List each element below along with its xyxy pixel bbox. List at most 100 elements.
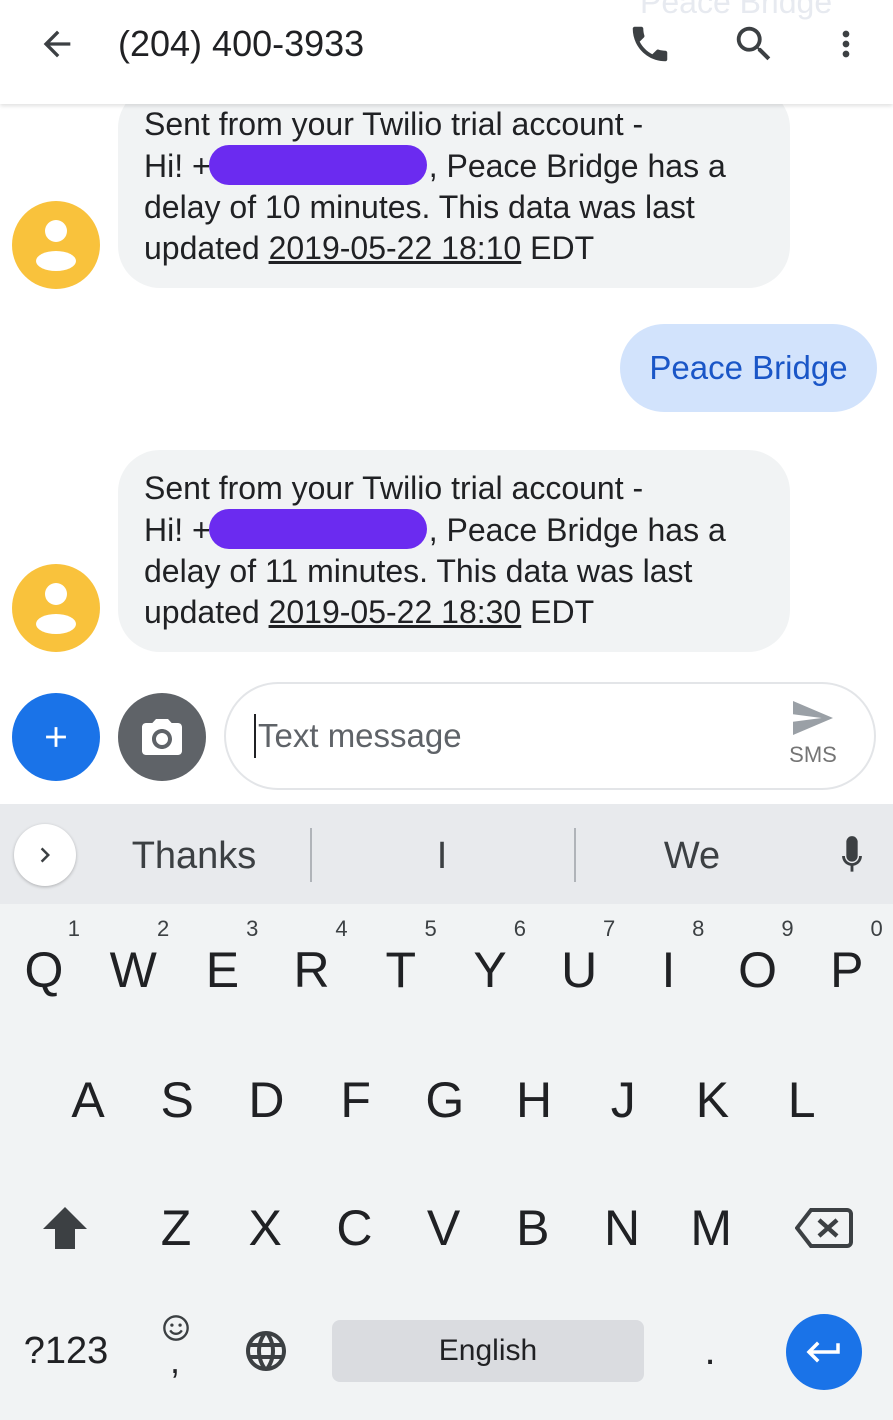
emoji-comma-key[interactable]: , [150,1310,202,1390]
voice-input-button[interactable] [828,828,876,884]
key-label: B [516,1200,550,1256]
key-u[interactable]: U7 [539,916,619,1010]
key-j[interactable]: J [583,1060,663,1140]
backspace-key[interactable] [784,1190,864,1266]
shift-key[interactable] [30,1190,100,1266]
more-vert-icon [842,30,850,58]
message-line: updated 2019-05-22 18:10 EDT [144,228,764,269]
key-v[interactable]: V [404,1188,484,1268]
key-r[interactable]: R4 [272,916,352,1010]
send-icon [793,701,833,735]
send-type-label: SMS [789,742,837,767]
key-h[interactable]: H [494,1060,574,1140]
contact-avatar[interactable] [12,201,100,289]
back-button[interactable] [22,16,92,72]
key-x[interactable]: X [225,1188,305,1268]
key-number-hint: 1 [67,916,80,941]
key-label: S [160,1072,194,1128]
key-label: K [695,1072,730,1128]
key-i[interactable]: I8 [628,916,708,1010]
key-label: O [738,942,778,998]
call-button[interactable] [620,14,680,74]
key-f[interactable]: F [316,1060,396,1140]
key-number-hint: 5 [424,916,437,941]
send-button[interactable]: SMS [780,698,846,778]
suggestion-item[interactable]: I [340,830,544,882]
key-label: T [385,942,417,998]
key-d[interactable]: D [226,1060,306,1140]
redacted-phone-number [208,509,427,549]
key-o[interactable]: O9 [718,916,798,1010]
space-key[interactable]: English [332,1320,644,1382]
camera-button[interactable] [118,693,206,781]
timestamp-link[interactable]: 2019-05-22 18:30 [269,594,522,630]
key-b[interactable]: B [493,1188,573,1268]
key-l[interactable]: L [762,1060,842,1140]
message-text: updated [144,594,269,630]
key-p[interactable]: P0 [807,916,887,1010]
suggestion-item[interactable]: Thanks [92,830,296,882]
suggestion-item[interactable]: We [590,830,794,882]
key-z[interactable]: Z [136,1188,216,1268]
outgoing-message[interactable]: Peace Bridge [620,324,877,412]
key-w[interactable]: W2 [93,916,173,1010]
key-number-hint: 0 [870,916,883,941]
expand-toolbar-button[interactable] [14,824,76,886]
add-attachment-button[interactable] [12,693,100,781]
key-label: Z [160,1200,192,1256]
divider [574,828,576,882]
key-number-hint: 8 [692,916,705,941]
message-text: Hi! + [144,148,211,184]
key-label: H [515,1072,553,1128]
period-key[interactable]: . [680,1318,740,1384]
key-q[interactable]: Q1 [4,916,84,1010]
key-s[interactable]: S [137,1060,217,1140]
incoming-message[interactable]: Sent from your Twilio trial account - Hi… [118,86,790,288]
key-g[interactable]: G [405,1060,485,1140]
key-n[interactable]: N [582,1188,662,1268]
key-number-hint: 7 [602,916,616,941]
key-k[interactable]: K [672,1060,752,1140]
enter-icon [806,1341,840,1363]
key-label: C [336,1200,373,1256]
incoming-message[interactable]: Sent from your Twilio trial account - Hi… [118,450,790,652]
message-text: EDT [521,230,595,266]
key-label: M [690,1200,733,1256]
person-icon [36,583,76,634]
key-m[interactable]: M [671,1188,751,1268]
key-label: V [426,1200,461,1256]
comma-label: , [170,1340,181,1381]
backspace-icon [795,1208,853,1248]
timestamp-link[interactable]: 2019-05-22 18:10 [269,230,522,266]
text-cursor [254,714,256,758]
key-a[interactable]: A [48,1060,128,1140]
search-icon [736,26,771,61]
key-y[interactable]: Y6 [450,916,530,1010]
message-input[interactable]: Text message [258,712,462,760]
key-label: E [205,942,240,998]
message-text: updated [144,230,269,266]
search-button[interactable] [724,14,784,74]
message-line: Sent from your Twilio trial account - [144,470,644,506]
key-number-hint: 6 [513,916,526,941]
key-label: A [71,1072,105,1128]
conversation-title: (204) 400-3933 [118,23,365,64]
enter-key[interactable] [786,1314,862,1390]
key-t[interactable]: T5 [361,916,441,1010]
language-key[interactable] [236,1318,296,1384]
plus-icon [46,727,66,747]
symbols-key[interactable]: ?123 [14,1318,118,1384]
key-c[interactable]: C [314,1188,394,1268]
key-label: G [425,1072,465,1128]
message-line: delay of 11 minutes. This data was last [144,553,693,589]
phone-icon [632,26,668,62]
shift-icon [43,1207,87,1249]
camera-icon [142,719,182,755]
key-e[interactable]: E3 [182,916,262,1010]
more-options-button[interactable] [818,14,874,74]
emoji-icon [163,1315,189,1341]
contact-avatar[interactable] [12,564,100,652]
message-line: Hi! + , Peace Bridge has a [144,145,764,187]
microphone-icon [842,836,862,872]
globe-icon [246,1331,286,1371]
